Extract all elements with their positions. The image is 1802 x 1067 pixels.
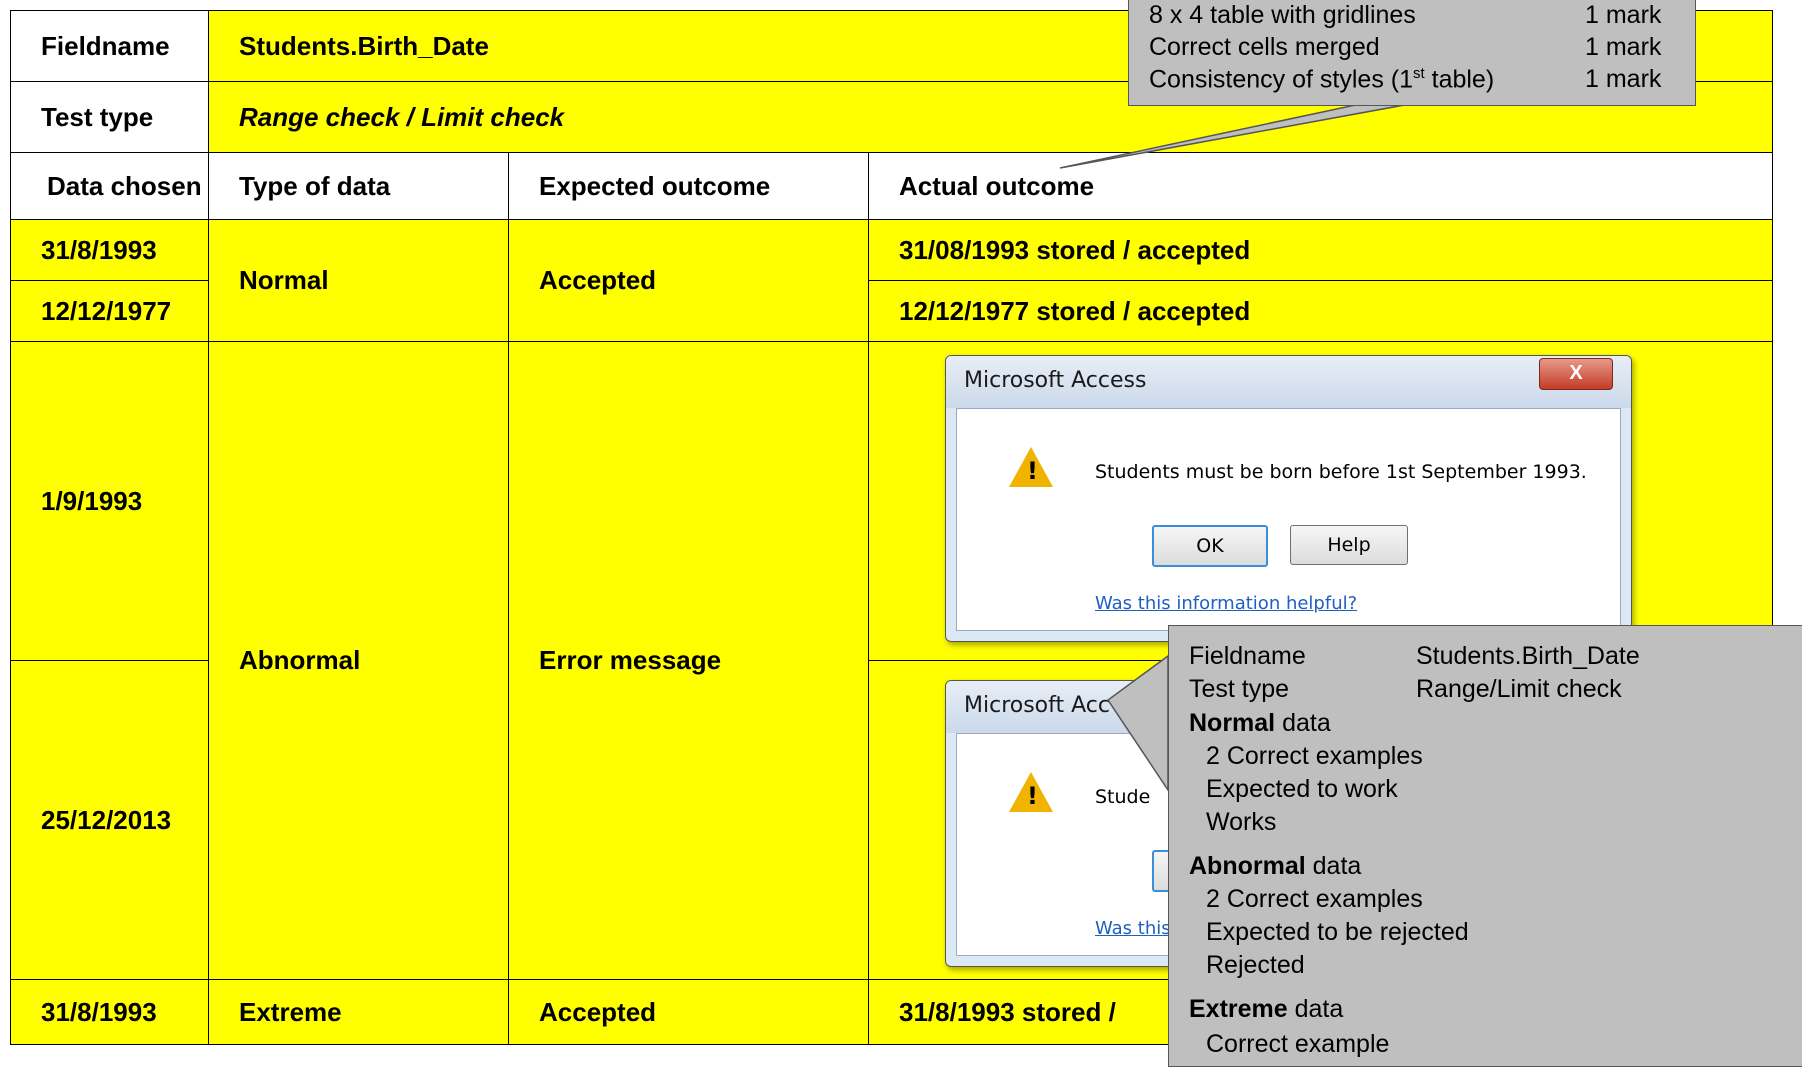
callout-item: 2 Correct examples [1206,742,1423,770]
warning-icon: ! [1009,772,1053,812]
callout-line-left: 8 x 4 table with gridlines [1149,1,1416,29]
callout-line-left: Consistency of styles (1st table) [1149,65,1494,94]
callout-extreme-heading: Extreme data [1189,995,1343,1024]
callout-item: Expected to be rejected [1206,918,1469,946]
callout-testtype-value: Range/Limit check [1416,675,1622,703]
header-actual-outcome: Actual outcome [868,152,1773,220]
callout-fieldname-label: Fieldname [1189,642,1306,670]
callout-line-left: Correct cells merged [1149,33,1380,61]
header-expected-outcome: Expected outcome [508,152,869,220]
type-normal-cell: Normal [208,219,509,342]
callout-bold: Abnormal [1189,852,1306,880]
callout-line-mark: 1 mark [1585,33,1662,61]
expected-accepted-text: Accepted [539,265,657,295]
callout-bold: Normal [1189,709,1276,737]
document-page: Fieldname Students.Birth_Date Test type … [0,0,1802,1067]
data-chosen-cell: 12/12/1977 [10,280,209,342]
type-normal-text: Normal [239,265,329,295]
data-chosen-cell: 31/8/1993 [10,219,209,281]
callout-fieldname-value: Students.Birth_Date [1416,642,1640,670]
marking-callout: 8 x 4 table with gridlines 1 mark Correc… [1128,0,1696,106]
callout-text: table) [1424,65,1495,94]
type-extreme-cell: Extreme [208,979,509,1045]
dialog-title: Microsoft Acc [964,693,1110,718]
testtype-label: Test type [10,81,209,153]
actual-outcome-cell: 12/12/1977 stored / accepted [868,280,1773,342]
data-chosen-cell: 1/9/1993 [10,341,209,661]
expected-error-text: Error message [539,645,722,675]
callout-item: 2 Correct examples [1206,885,1423,913]
fieldname-label: Fieldname [10,10,209,82]
marking-callout: Fieldname Students.Birth_Date Test type … [1168,625,1802,1067]
warning-icon: ! [1009,447,1053,487]
callout-text: Consistency of styles (1 [1149,65,1413,94]
callout-line-mark: 1 mark [1585,65,1662,93]
dialog-message: Stude [1095,786,1151,808]
callout-item: Works [1206,808,1277,836]
dialog-body: ! Students must be born before 1st Septe… [956,408,1621,631]
header-data-chosen: Data chosen [10,152,209,220]
expected-extreme-cell: Accepted [508,979,869,1045]
callout-normal-heading: Normal data [1189,709,1331,738]
header-type-of-data: Type of data [208,152,509,220]
callout-testtype-label: Test type [1189,675,1290,703]
dialog-message: Students must be born before 1st Septemb… [1095,461,1587,483]
error-dialog-screenshot: Microsoft Access X ! Students must be bo… [945,355,1632,642]
expected-error-cell: Error message [508,341,869,980]
type-abnormal-cell: Abnormal [208,341,509,980]
data-chosen-cell: 25/12/2013 [10,660,209,980]
dialog-titlebar: Microsoft Access X [946,356,1631,408]
type-abnormal-text: Abnormal [239,645,361,675]
data-chosen-cell: 31/8/1993 [10,979,209,1045]
callout-item: Expected to work [1206,775,1398,803]
callout-item: Correct example [1206,1030,1390,1058]
feedback-link[interactable]: Was this [1095,918,1171,939]
callout-text: data [1275,709,1331,737]
help-button[interactable]: Help [1290,525,1408,565]
dialog-title: Microsoft Access [964,368,1147,393]
close-icon[interactable]: X [1539,358,1613,390]
callout-superscript: st [1413,65,1425,82]
callout-text: data [1287,995,1344,1023]
callout-text: data [1305,852,1362,880]
callout-line-mark: 1 mark [1585,1,1662,29]
feedback-link[interactable]: Was this information helpful? [1095,593,1357,614]
ok-button[interactable]: OK [1152,525,1268,567]
callout-bold: Extreme [1189,995,1288,1023]
expected-accepted-cell: Accepted [508,219,869,342]
callout-abnormal-heading: Abnormal data [1189,852,1361,881]
actual-outcome-cell: 31/08/1993 stored / accepted [868,219,1773,281]
callout-item: Rejected [1206,951,1305,979]
